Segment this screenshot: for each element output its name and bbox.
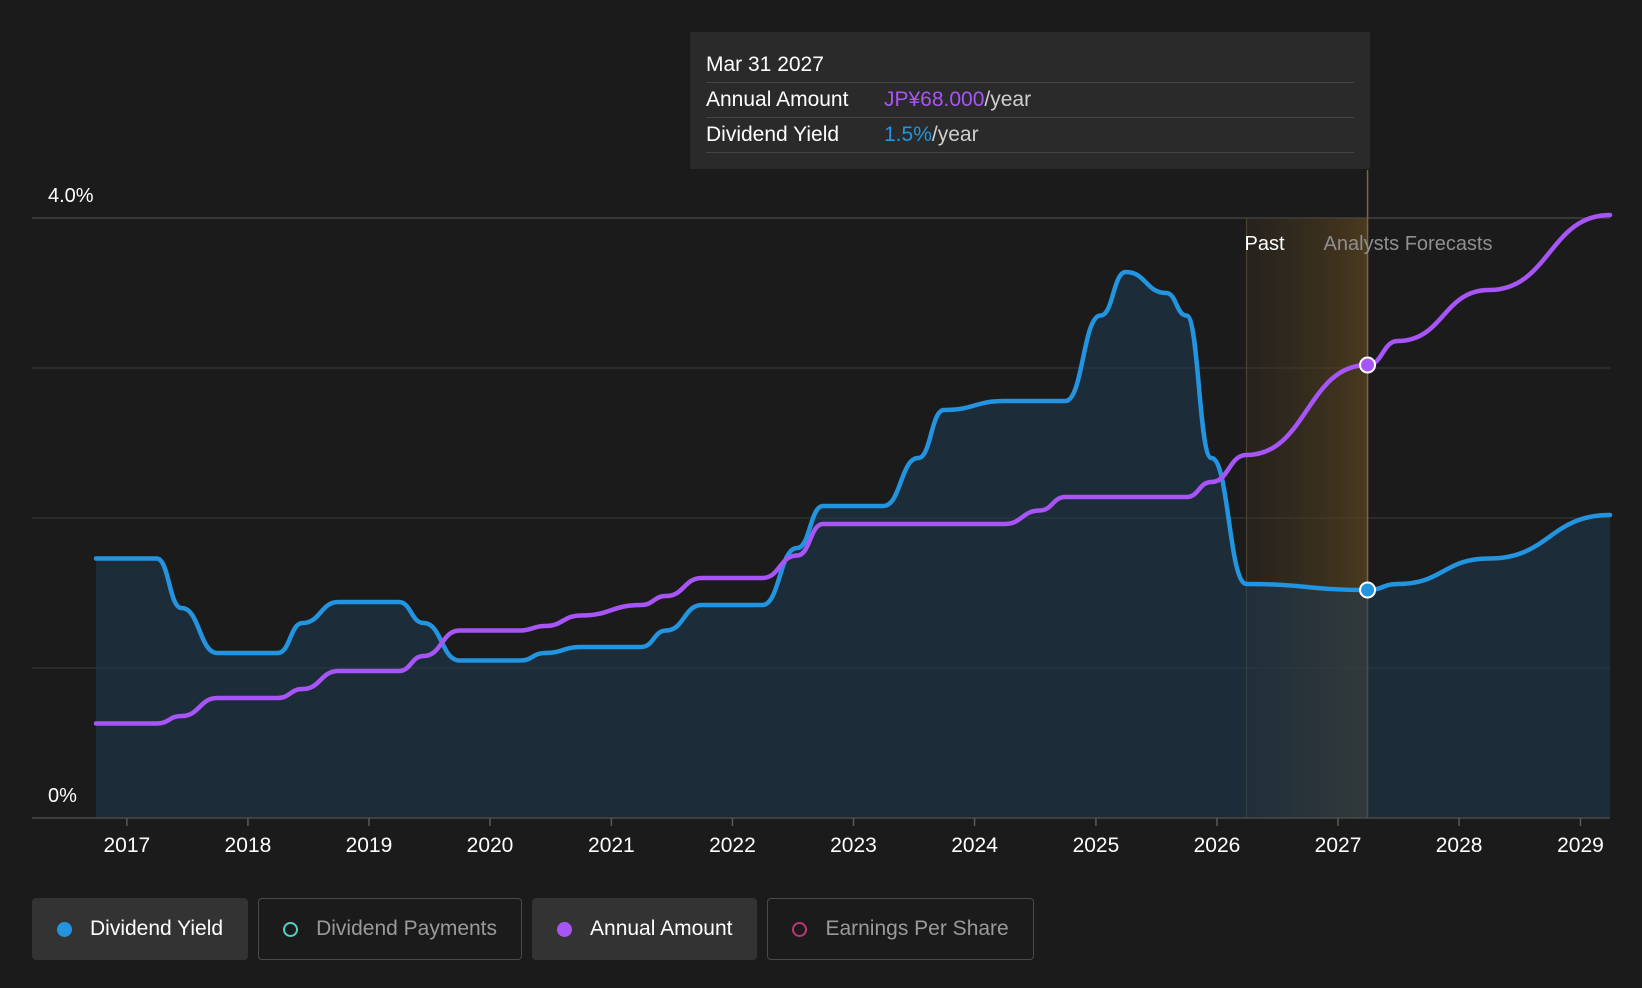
tooltip-label: Dividend Yield — [706, 123, 840, 146]
x-tick-label: 2018 — [225, 834, 272, 857]
circle-outline-icon — [283, 921, 299, 937]
tooltip-value: JP¥68.000 — [884, 88, 985, 111]
tooltip-value: 1.5% — [884, 123, 932, 146]
highlight-point-dividend-yield — [1359, 581, 1377, 599]
legend-label: Dividend Payments — [316, 917, 498, 940]
x-tick-label: 2028 — [1436, 834, 1483, 857]
x-tick-label: 2020 — [467, 834, 514, 857]
legend-earnings-per-share-button[interactable]: Earnings Per Share — [767, 898, 1034, 960]
x-tick-label: 2027 — [1315, 834, 1362, 857]
tooltip-date: Mar 31 2027 — [706, 48, 1354, 83]
y-tick-label-max: 4.0% — [48, 185, 94, 207]
tooltip-row-annual-amount: Annual Amount JP¥68.000 /year — [706, 83, 1354, 118]
legend-label: Earnings Per Share — [825, 917, 1009, 940]
x-tick-label: 2023 — [830, 834, 877, 857]
x-tick-label: 2024 — [951, 834, 998, 857]
x-tick-label: 2022 — [709, 834, 756, 857]
tooltip-row-dividend-yield: Dividend Yield 1.5% /year — [706, 118, 1354, 153]
legend-dividend-payments-button[interactable]: Dividend Payments — [258, 898, 523, 960]
chart-legend: Dividend Yield Dividend Payments Annual … — [32, 898, 1034, 960]
highlight-point-annual-amount — [1359, 356, 1377, 374]
circle-filled-icon — [557, 921, 573, 937]
past-label: Past — [1245, 233, 1285, 255]
x-tick-label: 2021 — [588, 834, 635, 857]
circle-outline-icon — [792, 921, 808, 937]
chart-tooltip: Mar 31 2027 Annual Amount JP¥68.000 /yea… — [690, 32, 1370, 169]
legend-annual-amount-button[interactable]: Annual Amount — [532, 898, 758, 960]
x-tick-label: 2025 — [1073, 834, 1120, 857]
legend-label: Annual Amount — [590, 917, 733, 940]
legend-dividend-yield-button[interactable]: Dividend Yield — [32, 898, 249, 960]
y-tick-label-min: 0% — [48, 785, 77, 807]
x-tick-label: 2029 — [1557, 834, 1604, 857]
tooltip-unit: /year — [984, 88, 1032, 111]
x-tick-label: 2026 — [1194, 834, 1241, 857]
x-tick-label: 2019 — [346, 834, 393, 857]
x-tick-label: 2017 — [103, 834, 150, 857]
forecast-label: Analysts Forecasts — [1324, 233, 1493, 255]
tooltip-label: Annual Amount — [706, 88, 849, 111]
legend-label: Dividend Yield — [90, 917, 224, 940]
circle-filled-icon — [57, 921, 72, 937]
tooltip-unit: /year — [931, 123, 979, 146]
